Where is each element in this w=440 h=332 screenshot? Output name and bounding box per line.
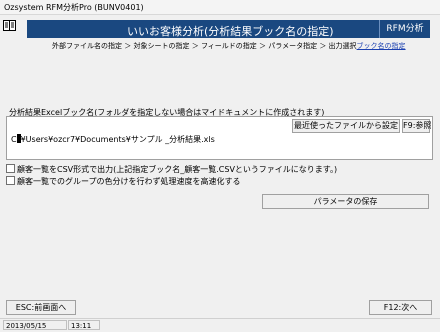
book-icon — [3, 20, 16, 31]
app-window: Ozsystem RFM分析Pro (BUNV0401) いいお客様分析(分析結… — [0, 0, 440, 332]
filename-value: ¥Users¥ozcr7¥Documents¥サンプル _分析結果.xls — [20, 135, 215, 144]
title-bar: Ozsystem RFM分析Pro (BUNV0401) — [0, 0, 440, 15]
breadcrumb-step: フィールドの指定 — [200, 42, 257, 50]
filename-group: 最近使ったファイルから設定 F9:参照 C ¥Users¥ozcr7¥Docume… — [6, 116, 433, 160]
fast-mode-checkbox[interactable]: 顧客一覧でのグループの色分けを行わず処理速度を高速化する — [6, 176, 241, 186]
fast-mode-label: 顧客一覧でのグループの色分けを行わず処理速度を高速化する — [17, 177, 241, 186]
back-button[interactable]: ESC:前画面へ — [6, 300, 76, 315]
breadcrumb-separator: ＞ — [124, 42, 132, 50]
next-button[interactable]: F12:次へ — [369, 300, 432, 315]
status-date: 2013/05/15 — [3, 320, 67, 330]
browse-button[interactable]: F9:参照 — [402, 119, 431, 133]
checkbox-box[interactable] — [6, 164, 15, 173]
breadcrumb: 外部ファイル名の指定 ＞ 対象シートの指定 ＞ フィールドの指定 ＞ パラメータ… — [52, 41, 406, 51]
breadcrumb-separator: ＞ — [259, 42, 267, 50]
breadcrumb-current: ブック名の指定 — [356, 42, 406, 50]
filename-input[interactable]: C ¥Users¥ozcr7¥Documents¥サンプル _分析結果.xls — [11, 134, 281, 146]
status-bar: 2013/05/15 13:11 — [0, 318, 440, 332]
window-title: Ozsystem RFM分析Pro (BUNV0401) — [4, 3, 144, 12]
page-title: いいお客様分析(分析結果ブック名の指定) — [127, 25, 334, 38]
status-time: 13:11 — [68, 320, 100, 330]
breadcrumb-step: 外部ファイル名の指定 — [52, 42, 122, 50]
breadcrumb-step: パラメータ指定 — [268, 42, 318, 50]
checkbox-box[interactable] — [6, 176, 15, 185]
recent-files-button[interactable]: 最近使ったファイルから設定 — [292, 119, 400, 133]
header-bar: いいお客様分析(分析結果ブック名の指定) RFM分析 — [27, 20, 430, 38]
csv-output-label: 顧客一覧をCSV形式で出力(上記指定ブック名_顧客一覧.CSVというファイルにな… — [17, 165, 338, 174]
breadcrumb-separator: ＞ — [319, 42, 327, 50]
brand-label: RFM分析 — [379, 20, 430, 38]
breadcrumb-separator: ＞ — [191, 42, 199, 50]
save-parameters-button[interactable]: パラメータの保存 — [262, 194, 429, 209]
csv-output-checkbox[interactable]: 顧客一覧をCSV形式で出力(上記指定ブック名_顧客一覧.CSVというファイルにな… — [6, 164, 337, 174]
breadcrumb-step: 出力選択 — [328, 42, 357, 50]
breadcrumb-step: 対象シートの指定 — [133, 42, 190, 50]
